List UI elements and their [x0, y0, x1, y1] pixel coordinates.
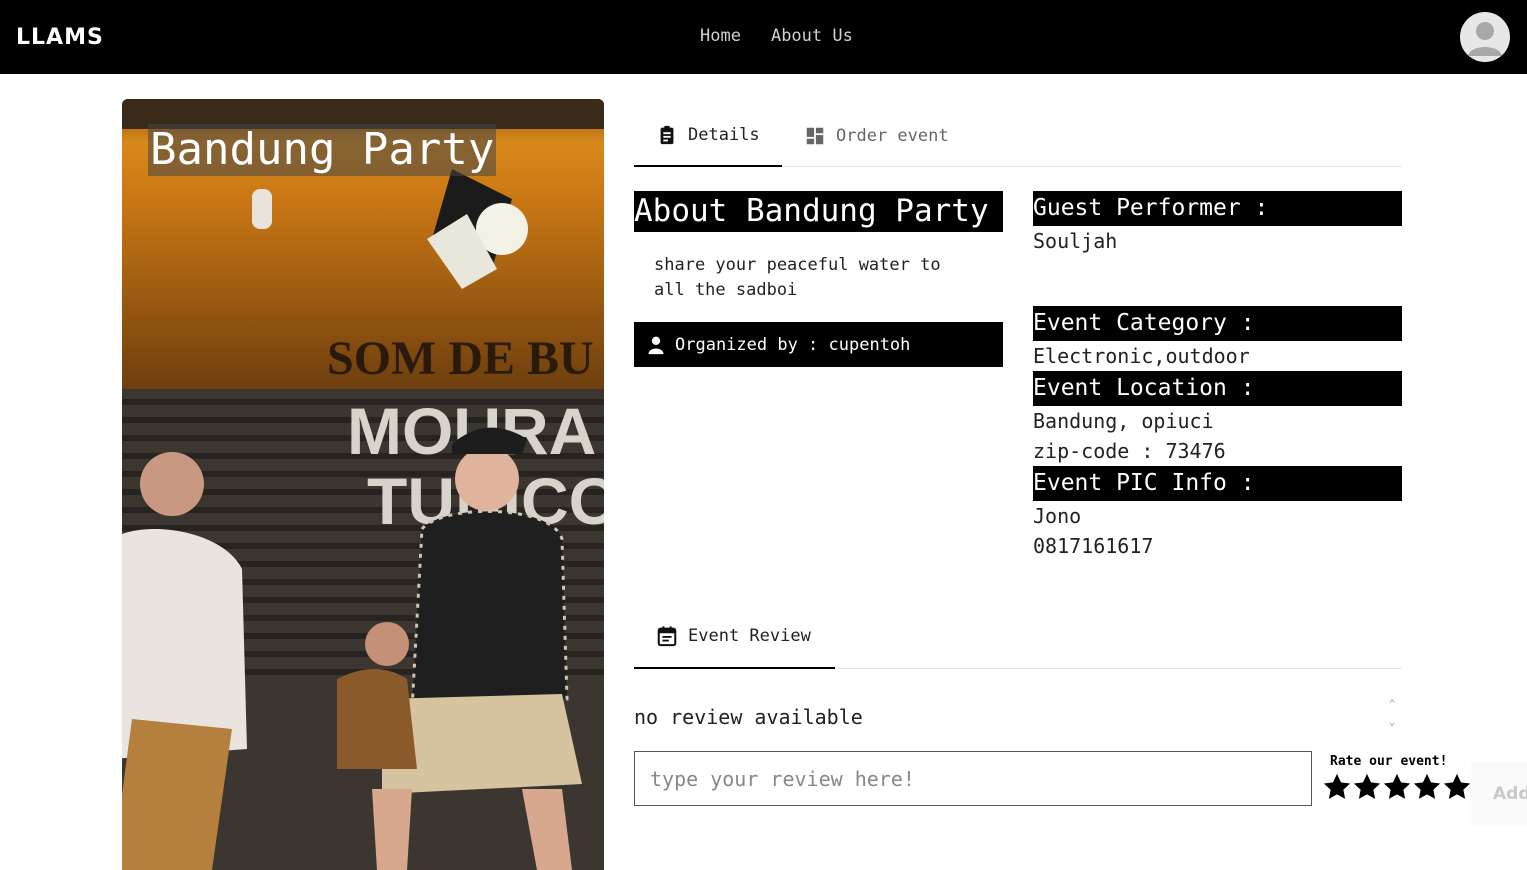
star-rating[interactable]: [1322, 772, 1472, 802]
rate-label: Rate our event!: [1330, 754, 1448, 769]
review-scroll-arrows[interactable]: ⌃ ⌄: [1386, 695, 1398, 731]
dashboard-icon: [806, 127, 824, 145]
tab-details[interactable]: Details: [634, 105, 782, 167]
no-review-text: no review available: [634, 705, 863, 729]
event-zip-code: zip-code : 73476: [1033, 439, 1226, 463]
event-category-value: Electronic,outdoor: [1033, 344, 1250, 368]
event-pic-name: Jono: [1033, 504, 1082, 528]
navbar: LLAMS Home About Us: [0, 0, 1527, 74]
star-icon-4[interactable]: [1412, 772, 1442, 802]
tab-order-event[interactable]: Order event: [782, 105, 971, 167]
star-icon-5[interactable]: [1442, 772, 1472, 802]
review-input[interactable]: [634, 751, 1312, 806]
event-photo: SOM DE BU MOURA TUNICO: [122, 99, 604, 870]
organizer-text: Organized by : cupentoh: [675, 334, 911, 355]
add-review-button[interactable]: Add: [1471, 763, 1527, 825]
nav-link-about-us[interactable]: About Us: [771, 26, 853, 46]
tab-order-event-label: Order event: [836, 126, 949, 146]
clipboard-icon: [660, 125, 674, 145]
event-location-heading: Event Location :: [1033, 371, 1402, 406]
review-tabs: Event Review: [634, 605, 1402, 669]
scroll-down-icon[interactable]: ⌄: [1386, 713, 1398, 731]
about-heading: About Bandung Party: [634, 191, 1003, 232]
user-silhouette-icon: [1468, 22, 1502, 56]
event-pic-heading: Event PIC Info :: [1033, 466, 1402, 501]
event-category-heading: Event Category :: [1033, 306, 1402, 341]
organizer-bar: Organized by : cupentoh: [634, 322, 1003, 367]
nav-link-home[interactable]: Home: [700, 26, 741, 46]
event-title: Bandung Party: [148, 124, 497, 176]
logo[interactable]: LLAMS: [16, 25, 104, 50]
event-tabs: Details Order event: [634, 105, 1402, 167]
star-icon-3[interactable]: [1382, 772, 1412, 802]
scroll-up-icon[interactable]: ⌃: [1386, 695, 1398, 713]
tab-event-review[interactable]: Event Review: [634, 605, 835, 669]
guest-performer-heading: Guest Performer :: [1033, 191, 1402, 226]
guest-performer-value: Souljah: [1033, 229, 1118, 253]
event-location-value: Bandung, opiuci: [1033, 409, 1214, 433]
star-icon-2[interactable]: [1352, 772, 1382, 802]
event-pic-phone: 0817161617: [1033, 534, 1154, 558]
star-icon-1[interactable]: [1322, 772, 1352, 802]
tab-details-label: Details: [688, 125, 760, 145]
calendar-icon: [657, 626, 677, 647]
tab-event-review-label: Event Review: [688, 626, 811, 646]
about-description: share your peaceful water to all the sad…: [654, 255, 941, 300]
person-icon: [648, 336, 664, 354]
photo-sign-text: SOM DE BU: [327, 332, 594, 385]
user-avatar[interactable]: [1460, 12, 1510, 62]
nav-links: Home About Us: [700, 26, 853, 46]
